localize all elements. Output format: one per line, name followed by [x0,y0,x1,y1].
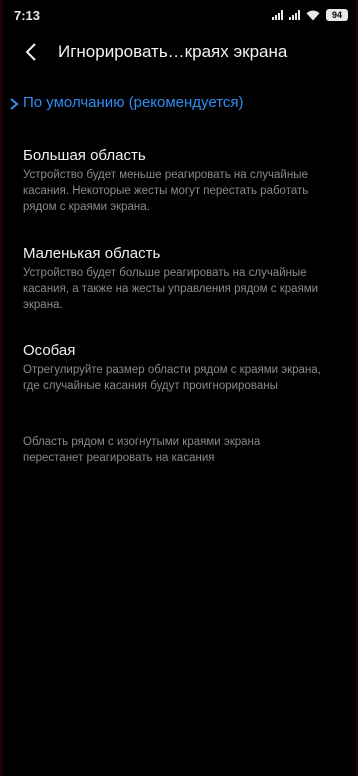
option-small-area[interactable]: Маленькая область Устройство будет больш… [23,245,340,313]
status-bar: 7:13 94 [0,0,358,30]
option-default[interactable]: По умолчанию (рекомендуется) [10,94,340,111]
check-icon [10,98,19,110]
signal-icon [272,10,283,20]
option-title: Большая область [23,147,146,164]
option-description: Устройство будет больше реагировать на с… [23,267,319,311]
option-title: Особая [23,342,76,359]
back-button[interactable] [16,37,46,67]
wifi-icon [306,10,320,20]
option-description: Отрегулируйте размер области рядом с кра… [23,364,321,392]
back-arrow-icon [25,43,36,61]
footer-note: Область рядом с изогнутыми краями экрана… [23,436,261,464]
status-icons: 94 [272,9,348,21]
option-large-area[interactable]: Большая область Устройство будет меньше … [23,147,340,215]
page-title: Игнорировать…краях экрана [58,42,288,61]
status-time: 7:13 [14,7,41,23]
screen-edge-left [0,0,4,776]
option-description: Устройство будет меньше реагировать на с… [23,169,309,213]
signal-icon [289,10,300,20]
option-custom[interactable]: Особая Отрегулируйте размер области рядо… [23,342,340,394]
screen-edge-right [354,0,358,776]
option-title: Маленькая область [23,245,161,262]
option-title: По умолчанию (рекомендуется) [23,94,244,111]
app-bar: Игнорировать…краях экрана [0,36,358,68]
battery-icon: 94 [326,9,348,21]
battery-level: 94 [331,10,342,20]
